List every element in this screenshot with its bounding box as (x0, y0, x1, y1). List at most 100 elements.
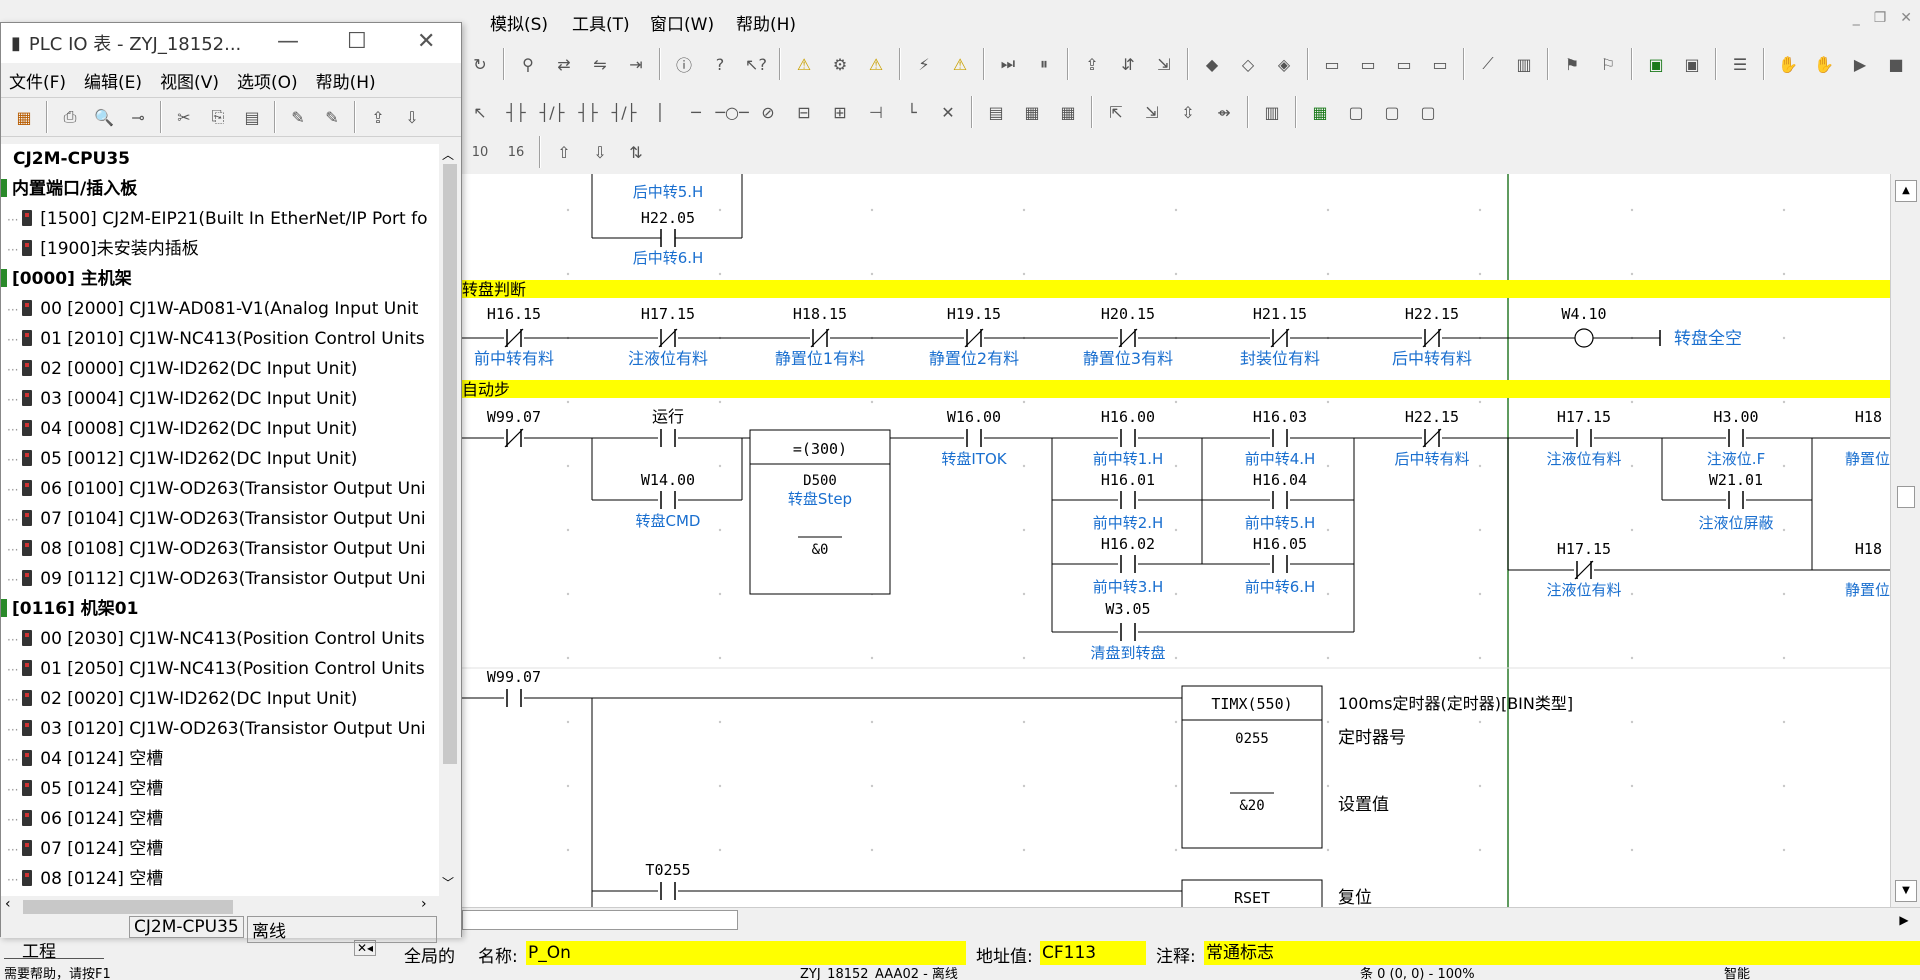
compare-icon[interactable]: ⇵ (1114, 50, 1142, 78)
reset-block[interactable]: RSET (1181, 879, 1323, 907)
nc-contact[interactable] (1422, 428, 1442, 448)
coil-icon[interactable]: ─○─ (715, 98, 748, 126)
tree-item[interactable]: ··· 02 [0020] CJ1W-ID262(DC Input Unit) (7, 684, 357, 714)
cps-icon[interactable]: ▦ (10, 103, 38, 131)
tree-item[interactable]: ··· 04 [0008] CJ1W-ID262(DC Input Unit) (7, 414, 357, 444)
no-contact[interactable] (1270, 428, 1290, 448)
nc-contact[interactable] (1574, 560, 1594, 580)
pin-icon[interactable]: ⊸ (124, 103, 152, 131)
contact-or-no-icon[interactable]: ┤├ (574, 98, 602, 126)
monitor-3-icon[interactable]: ▭ (1390, 50, 1418, 78)
hand-icon[interactable]: ✋ (1774, 50, 1802, 78)
no-contact[interactable] (1118, 490, 1138, 510)
compile-icon[interactable]: ⚙ (826, 50, 854, 78)
warning-icon[interactable]: ⚠ (790, 50, 818, 78)
maximize-icon[interactable]: ☐ (347, 29, 367, 54)
instruction-icon[interactable]: ⊟ (790, 98, 818, 126)
scroll-up-icon[interactable]: ▲ (1895, 180, 1917, 202)
scroll-thumb[interactable] (462, 910, 738, 930)
ladder-diagram[interactable]: 后中转5.H H22.05 后中转6.H 转盘判断 H16.15 前中转有料 H17… (462, 174, 1890, 907)
scroll-down-icon[interactable]: ﹀ (442, 874, 454, 891)
contact-nc-icon[interactable]: ┤/├ (538, 98, 566, 126)
no-contact[interactable] (1118, 428, 1138, 448)
no-contact[interactable] (1118, 622, 1138, 642)
tree-group[interactable]: CJ2M-CPU35 (13, 144, 130, 174)
transfer-from-plc-icon[interactable]: ⇩ (398, 103, 426, 131)
check-warning-icon[interactable]: ⚠ (862, 50, 890, 78)
no-contact[interactable] (1726, 490, 1746, 510)
horizontal-scrollbar[interactable]: ‹ › (1, 896, 461, 918)
monitor-1-icon[interactable]: ▭ (1318, 50, 1346, 78)
menu-tools[interactable]: 工具(T) (572, 10, 630, 35)
tree-item[interactable]: ··· 09 [0112] CJ1W-OD263(Transistor Outp… (7, 564, 426, 594)
display-10-icon[interactable]: 10 (466, 138, 494, 166)
tree-item[interactable]: ··· 06 [0100] CJ1W-OD263(Transistor Outp… (7, 474, 426, 504)
window-2-icon[interactable]: ▣ (1678, 50, 1706, 78)
cross-ref-icon[interactable]: ⇄ (550, 50, 578, 78)
tree-item[interactable]: ··· [1500] CJ2M-EIP21(Built In EtherNet/… (7, 204, 427, 234)
menu-simulate[interactable]: 模拟(S) (490, 10, 548, 35)
select-icon[interactable]: ↖ (466, 98, 494, 126)
transfer-to-plc-icon[interactable]: ⇪ (364, 103, 392, 131)
io-map-4-icon[interactable]: ▢ (1414, 98, 1442, 126)
download-icon[interactable]: ⇩ (586, 138, 614, 166)
nc-contact[interactable] (658, 328, 678, 348)
print-preview-icon[interactable]: 🔍 (90, 103, 118, 131)
line-delete-icon[interactable]: ✕ (934, 98, 962, 126)
nc-contact[interactable] (1270, 328, 1290, 348)
branch-icon[interactable]: ⊣ (862, 98, 890, 126)
menu-view[interactable]: 视图(V) (160, 68, 219, 93)
transfer-icon[interactable]: ⇪ (1078, 50, 1106, 78)
timer-block[interactable]: TIMX(550) 0255 &20 (1181, 685, 1323, 849)
force-on-icon[interactable]: ◆ (1198, 50, 1226, 78)
tree-item[interactable]: ··· 05 [0012] CJ1W-ID262(DC Input Unit) (7, 444, 357, 474)
edit-2-icon[interactable]: ✎ (318, 103, 346, 131)
io-map-3-icon[interactable]: ▢ (1378, 98, 1406, 126)
nc-contact[interactable] (810, 328, 830, 348)
tree-item[interactable]: ··· 07 [0104] CJ1W-OD263(Transistor Outp… (7, 504, 426, 534)
tree-item[interactable]: ··· 08 [0108] CJ1W-OD263(Transistor Outp… (7, 534, 426, 564)
help-icon[interactable]: ? (706, 50, 734, 78)
contact-or-nc-icon[interactable]: ┤/├ (610, 98, 638, 126)
minimize-icon[interactable]: _ (1853, 10, 1860, 26)
nc-contact[interactable] (504, 328, 524, 348)
find-icon[interactable]: ⚲ (514, 50, 542, 78)
no-contact[interactable] (1270, 554, 1290, 574)
nc-contact[interactable] (1422, 328, 1442, 348)
menu-options[interactable]: 选项(O) (237, 68, 298, 93)
window-titlebar[interactable]: ▮ PLC IO 表 - ZYJ_18152... — ☐ ✕ (1, 23, 461, 63)
online-icon[interactable]: ⚡ (910, 50, 938, 78)
tree-item[interactable]: ··· 00 [2000] CJ1W-AD081-V1(Analog Input… (7, 294, 418, 324)
scroll-left-icon[interactable]: ‹ (5, 896, 11, 912)
no-contact[interactable] (1270, 490, 1290, 510)
tree-group[interactable]: 内置端口/插入板 (1, 174, 137, 204)
vertical-scrollbar[interactable]: ︿ ﹀ (439, 144, 461, 896)
pause-icon[interactable]: ⏸ (1030, 50, 1058, 78)
paste-icon[interactable]: ▤ (238, 103, 266, 131)
sync-icon[interactable]: ⇅ (622, 138, 650, 166)
tree-item[interactable]: ··· 06 [0124] 空槽 (7, 804, 163, 834)
coil-nc-icon[interactable]: ⊘ (754, 98, 782, 126)
scroll-up-icon[interactable]: ︿ (442, 146, 454, 163)
menu-window[interactable]: 窗口(W) (650, 10, 714, 35)
vertical-line-icon[interactable]: │ (646, 98, 674, 126)
monitor-2-icon[interactable]: ▭ (1354, 50, 1382, 78)
io-tree[interactable]: CJ2M-CPU35 内置端口/插入板 ··· [1500] CJ2M-EIP21(… (1, 144, 439, 896)
force-cancel-icon[interactable]: ◈ (1270, 50, 1298, 78)
close-icon[interactable]: ✕ (417, 29, 435, 54)
no-contact[interactable] (1118, 554, 1138, 574)
line-corner-icon[interactable]: └ (898, 98, 926, 126)
jump-3-icon[interactable]: ⇳ (1174, 98, 1202, 126)
nc-contact[interactable] (504, 428, 524, 448)
window-icon[interactable]: ▣ (1642, 50, 1670, 78)
io-map-icon[interactable]: ▦ (1306, 98, 1334, 126)
context-help-icon[interactable]: ↖? (742, 50, 770, 78)
scroll-down-icon[interactable]: ▼ (1895, 880, 1917, 902)
info-icon[interactable]: ⓘ (670, 50, 698, 78)
ladder-icon[interactable]: ▤ (982, 98, 1010, 126)
run-icon[interactable]: ▶ (1846, 50, 1874, 78)
force-off-icon[interactable]: ◇ (1234, 50, 1262, 78)
jump-2-icon[interactable]: ⇲ (1138, 98, 1166, 126)
no-contact[interactable] (504, 688, 524, 708)
tree-item[interactable]: ··· 03 [0004] CJ1W-ID262(DC Input Unit) (7, 384, 357, 414)
